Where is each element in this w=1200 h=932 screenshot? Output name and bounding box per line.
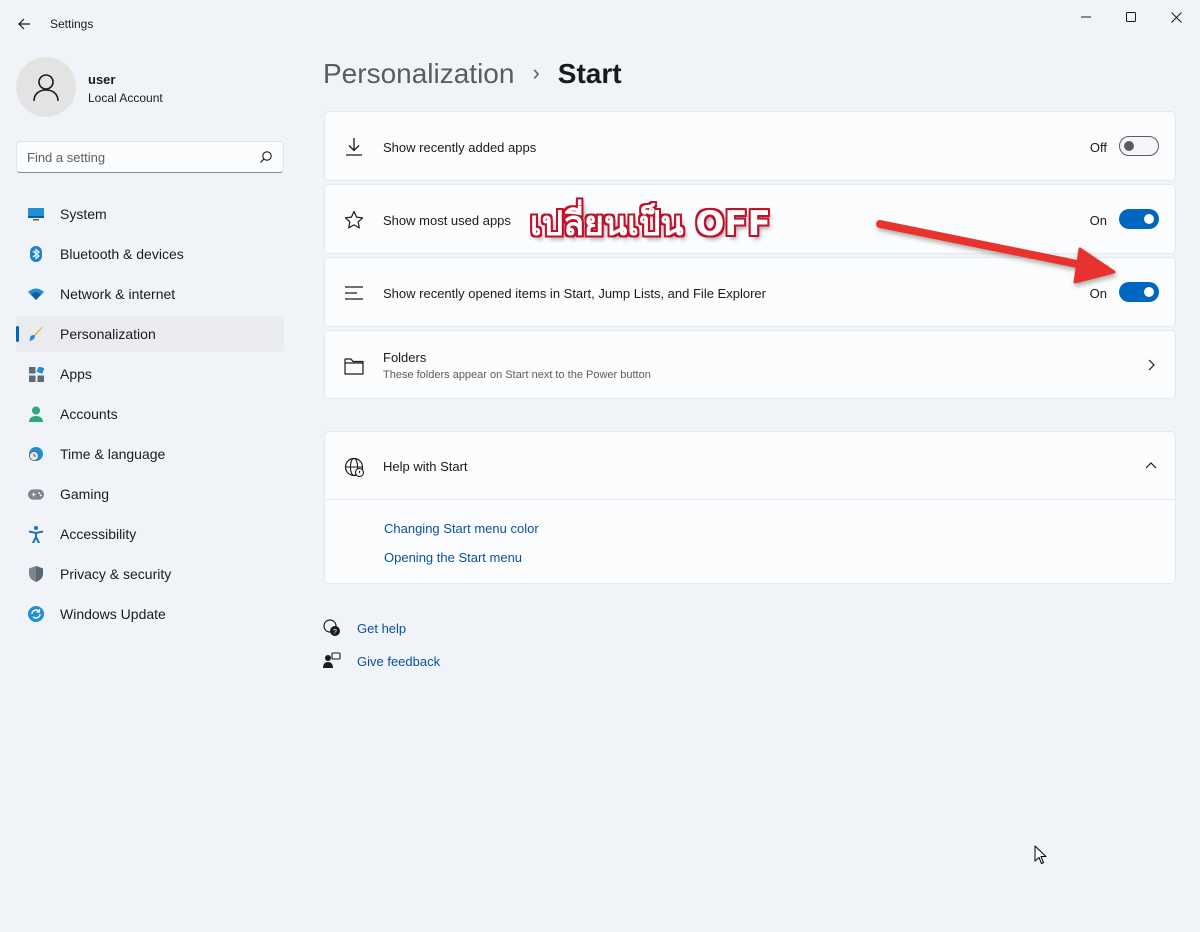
setting-label: Show recently opened items in Start, Jum… — [383, 286, 766, 301]
breadcrumb-separator: › — [532, 60, 540, 85]
feedback-icon — [323, 652, 341, 668]
sidebar-item-label: System — [60, 206, 107, 222]
help-link-start-menu-color[interactable]: Changing Start menu color — [384, 521, 539, 536]
sidebar-item-gaming[interactable]: Gaming — [16, 476, 284, 512]
sidebar-item-label: Gaming — [60, 486, 110, 502]
toggle-state-label: Off — [1089, 140, 1107, 155]
folders-setting[interactable]: Folders These folders appear on Start ne… — [324, 330, 1176, 399]
brush-icon — [28, 326, 44, 342]
maximize-button[interactable] — [1111, 4, 1151, 30]
globe-clock-icon — [28, 446, 44, 462]
toggle-state-label: On — [1089, 213, 1107, 228]
back-button[interactable] — [14, 14, 34, 34]
divider — [325, 499, 1175, 500]
toggle-knob — [1124, 141, 1134, 151]
toggle-state-label: On — [1089, 286, 1107, 301]
setting-recently-opened-items: Show recently opened items in Start, Jum… — [324, 257, 1176, 327]
search-box[interactable] — [16, 141, 284, 173]
help-with-start-panel: Help with Start Changing Start menu colo… — [324, 431, 1176, 584]
apps-icon — [28, 366, 44, 382]
toggle-knob — [1144, 287, 1154, 297]
setting-label: Show recently added apps — [383, 140, 537, 155]
monitor-icon — [28, 206, 44, 222]
sidebar-item-accounts[interactable]: Accounts — [16, 396, 284, 432]
sidebar-item-label: Windows Update — [60, 606, 166, 622]
search-input[interactable] — [27, 148, 247, 166]
minimize-icon — [1081, 16, 1091, 18]
sidebar-item-privacy-security[interactable]: Privacy & security — [16, 556, 284, 592]
app-title: Settings — [50, 17, 94, 31]
page-title: Start — [557, 58, 622, 89]
folders-label: Folders — [383, 350, 427, 365]
sidebar-item-label: Bluetooth & devices — [60, 246, 184, 262]
svg-text:?: ? — [333, 629, 337, 636]
help-title: Help with Start — [383, 459, 468, 474]
search-icon[interactable] — [259, 150, 273, 164]
recently-opened-items-toggle[interactable] — [1119, 282, 1159, 302]
sidebar-item-label: Network & internet — [60, 286, 176, 302]
sidebar-item-bluetooth-devices[interactable]: Bluetooth & devices — [16, 236, 284, 272]
sidebar-item-apps[interactable]: Apps — [16, 356, 284, 392]
sidebar-item-time-language[interactable]: Time & language — [16, 436, 284, 472]
bluetooth-icon — [28, 246, 44, 262]
star-icon — [343, 209, 365, 231]
person-icon — [28, 406, 44, 422]
sidebar-item-label: Accounts — [60, 406, 118, 422]
gamepad-icon — [28, 486, 44, 502]
sidebar-nav: System Bluetooth & devices Network & int… — [16, 196, 284, 636]
most-used-apps-toggle[interactable] — [1119, 209, 1159, 229]
chevron-right-icon — [1148, 359, 1155, 371]
breadcrumb: Personalization › Start — [323, 58, 622, 90]
account-type: Local Account — [88, 91, 163, 105]
list-icon — [343, 282, 365, 304]
sidebar-item-network-internet[interactable]: Network & internet — [16, 276, 284, 312]
back-arrow-icon — [18, 18, 30, 30]
avatar[interactable] — [16, 57, 76, 117]
maximize-icon — [1126, 12, 1136, 22]
sidebar-item-accessibility[interactable]: Accessibility — [16, 516, 284, 552]
sidebar-item-label: Time & language — [60, 446, 166, 462]
toggle-knob — [1144, 214, 1154, 224]
setting-recently-added-apps: Show recently added apps Off — [324, 111, 1176, 181]
sidebar-item-label: Personalization — [60, 326, 156, 342]
give-feedback-link[interactable]: Give feedback — [357, 654, 440, 669]
update-icon — [28, 606, 44, 622]
get-help-icon: ? — [323, 619, 340, 636]
sidebar-item-personalization[interactable]: Personalization — [16, 316, 284, 352]
sidebar-item-system[interactable]: System — [16, 196, 284, 232]
recently-added-apps-toggle[interactable] — [1119, 136, 1159, 156]
sidebar-item-label: Accessibility — [60, 526, 137, 542]
sidebar-item-label: Apps — [60, 366, 92, 382]
minimize-button[interactable] — [1066, 4, 1106, 30]
folder-icon — [343, 355, 365, 377]
user-icon — [33, 74, 59, 102]
shield-icon — [28, 566, 44, 582]
setting-label: Show most used apps — [383, 213, 511, 228]
globe-help-icon — [343, 456, 365, 478]
wifi-icon — [28, 286, 44, 302]
close-icon — [1170, 11, 1182, 23]
title-bar: Settings — [0, 0, 1200, 48]
mouse-cursor-icon — [1034, 845, 1047, 864]
chevron-up-icon[interactable] — [1145, 460, 1157, 472]
folders-description: These folders appear on Start next to th… — [383, 369, 651, 381]
breadcrumb-parent[interactable]: Personalization — [323, 58, 514, 89]
sidebar-item-windows-update[interactable]: Windows Update — [16, 596, 284, 632]
sidebar-item-label: Privacy & security — [60, 566, 172, 582]
download-icon — [343, 136, 365, 158]
close-button[interactable] — [1156, 4, 1196, 30]
accessibility-icon — [28, 525, 44, 543]
annotation-text: เปลี่ยนเป็น OFF — [530, 204, 771, 244]
user-name: user — [88, 72, 116, 87]
help-link-open-start-menu[interactable]: Opening the Start menu — [384, 550, 522, 565]
get-help-link[interactable]: Get help — [357, 621, 406, 636]
